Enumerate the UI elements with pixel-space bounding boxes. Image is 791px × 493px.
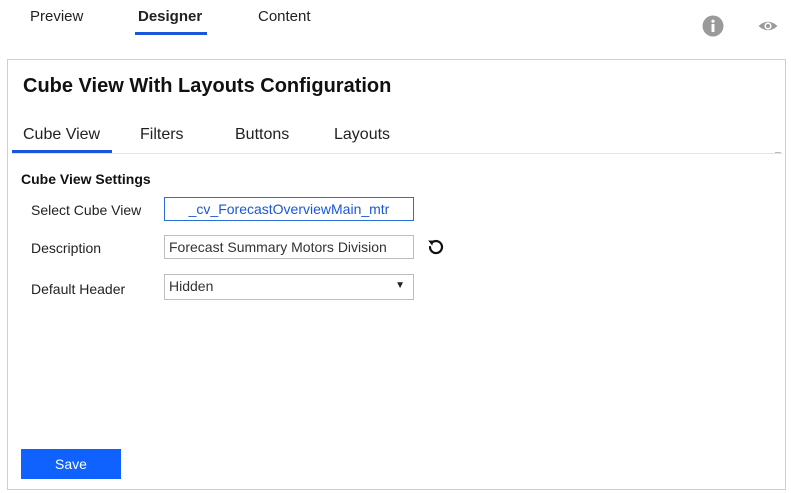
tab-cube-view[interactable]: Cube View bbox=[23, 126, 100, 144]
eye-icon[interactable] bbox=[757, 15, 779, 37]
tab-content[interactable]: Content bbox=[258, 8, 311, 25]
tab-buttons[interactable]: Buttons bbox=[235, 126, 289, 144]
tab-designer[interactable]: Designer bbox=[138, 8, 202, 25]
section-title: Cube View Settings bbox=[21, 171, 151, 187]
chevron-down-icon: ▼ bbox=[395, 280, 405, 291]
default-header-label: Default Header bbox=[31, 281, 126, 297]
top-tab-bar: Preview Designer Content bbox=[0, 0, 791, 40]
tab-divider bbox=[12, 153, 783, 154]
default-header-value: Hidden bbox=[169, 278, 214, 294]
tab-layouts[interactable]: Layouts bbox=[334, 126, 390, 144]
configuration-panel: Cube View With Layouts Configuration Cub… bbox=[7, 59, 786, 490]
default-header-select[interactable]: Hidden ▼ bbox=[164, 274, 414, 300]
description-field[interactable]: Forecast Summary Motors Division bbox=[164, 235, 414, 259]
reset-icon[interactable] bbox=[425, 236, 447, 258]
tab-preview[interactable]: Preview bbox=[30, 8, 83, 25]
save-button[interactable]: Save bbox=[21, 449, 121, 479]
select-cube-view-link[interactable]: _cv_ForecastOverviewMain_mtr bbox=[164, 197, 414, 221]
select-cube-view-label: Select Cube View bbox=[31, 202, 142, 218]
info-icon[interactable] bbox=[702, 15, 724, 37]
description-label: Description bbox=[31, 240, 102, 256]
scroll-marker bbox=[775, 152, 781, 153]
active-tab-indicator bbox=[135, 32, 207, 35]
page-title: Cube View With Layouts Configuration bbox=[23, 75, 392, 97]
tab-filters[interactable]: Filters bbox=[140, 126, 184, 144]
